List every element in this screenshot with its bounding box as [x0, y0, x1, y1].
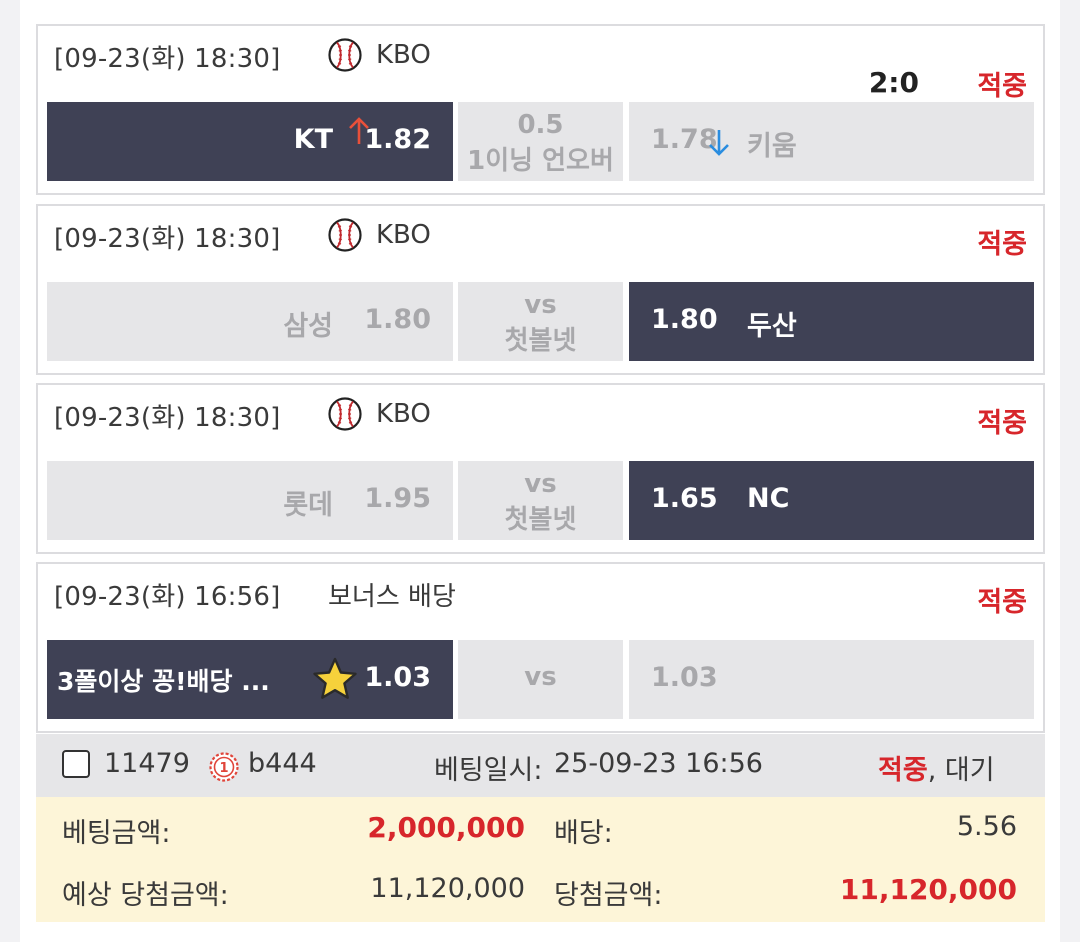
versus-cell: vs 첫볼넷 — [458, 282, 623, 361]
versus-cell: vs 첫볼넷 — [458, 461, 623, 540]
home-odds-button[interactable]: KT 1.82 — [47, 102, 453, 181]
result-badge: 적중 — [977, 71, 1027, 102]
status-win: 적중 — [878, 755, 928, 786]
league: KBO — [328, 218, 431, 252]
game-card-2: [09-23(화) 18:30] KBO 적중 삼성 1.80 vs 첫볼넷 1… — [36, 204, 1045, 375]
league-name: 보너스 배당 — [328, 582, 456, 612]
bonus-odds: 1.03 — [364, 662, 431, 693]
home-odds: 1.82 — [364, 124, 431, 155]
versus-label: vs — [524, 290, 557, 320]
away-odds-button[interactable]: 1.78 키움 — [629, 102, 1034, 181]
market-name: 첫볼넷 — [504, 326, 577, 356]
bet-summary-amounts: 베팅금액: 2,000,000 배당: 5.56 예상 당첨금액: 11,120… — [36, 797, 1045, 922]
game-date: [09-23(화) 18:30] — [54, 403, 281, 433]
result-badge: 적중 — [977, 229, 1027, 260]
away-odds: 1.80 — [651, 304, 718, 335]
bonus-odds-button[interactable]: 3폴이상 꽁!배당 ... 1.03 — [47, 640, 453, 719]
bet-status: 적중, 대기 — [878, 748, 995, 787]
home-team: 삼성 — [283, 311, 333, 342]
line-value: 0.5 — [517, 110, 564, 140]
home-team: 롯데 — [283, 490, 333, 521]
line-cell: 0.5 1이닝 언오버 — [458, 102, 623, 181]
bet-time: 25-09-23 16:56 — [554, 748, 763, 779]
bet-summary-header: 11479 1 b444 베팅일시: 25-09-23 16:56 적중, 대기 — [36, 734, 1045, 797]
home-odds-button[interactable]: 삼성 1.80 — [47, 282, 453, 361]
level-badge-icon: 1 — [209, 752, 239, 782]
home-team: KT — [293, 124, 333, 155]
total-odds-label: 배당: — [554, 818, 613, 849]
league: 보너스 배당 — [328, 576, 456, 613]
star-icon — [313, 657, 357, 699]
result-badge: 적중 — [977, 587, 1027, 618]
home-odds: 1.95 — [364, 483, 431, 514]
baseball-icon — [328, 397, 362, 431]
result-badge: 적중 — [977, 408, 1027, 439]
home-odds: 1.80 — [364, 304, 431, 335]
away-team: 두산 — [747, 311, 797, 342]
bet-amount-label: 베팅금액: — [62, 818, 171, 849]
game-card-bonus: [09-23(화) 16:56] 보너스 배당 적중 3폴이상 꽁!배당 ...… — [36, 562, 1045, 733]
home-odds-button[interactable]: 롯데 1.95 — [47, 461, 453, 540]
versus-label: vs — [524, 469, 557, 499]
won-amount-label: 당첨금액: — [554, 880, 663, 911]
league: KBO — [328, 397, 431, 431]
bonus-title: 3폴이상 꽁!배당 ... — [57, 667, 270, 696]
game-date: [09-23(화) 18:30] — [54, 44, 281, 74]
select-checkbox[interactable] — [62, 750, 90, 778]
bet-time-label: 베팅일시: — [434, 755, 543, 786]
away-odds-button[interactable]: 1.03 — [629, 640, 1034, 719]
away-team: 키움 — [747, 131, 797, 162]
game-card-3: [09-23(화) 18:30] KBO 적중 롯데 1.95 vs 첫볼넷 1… — [36, 383, 1045, 554]
away-odds: 1.65 — [651, 483, 718, 514]
username: b444 — [248, 748, 317, 779]
versus-cell: vs — [458, 640, 623, 719]
league-name: KBO — [376, 40, 431, 70]
league: KBO — [328, 38, 431, 72]
arrow-down-icon — [709, 130, 729, 156]
baseball-icon — [328, 38, 362, 72]
game-date: [09-23(화) 16:56] — [54, 582, 281, 612]
game-date: [09-23(화) 18:30] — [54, 224, 281, 254]
baseball-icon — [328, 218, 362, 252]
versus-label: vs — [524, 662, 557, 692]
level-number: 1 — [219, 761, 228, 776]
bet-id: 11479 — [104, 748, 190, 779]
league-name: KBO — [376, 399, 431, 429]
away-odds-button[interactable]: 1.65 NC — [629, 461, 1034, 540]
bet-amount: 2,000,000 — [367, 811, 525, 844]
league-name: KBO — [376, 220, 431, 250]
game-score: 2:0 — [868, 66, 919, 99]
won-amount: 11,120,000 — [839, 873, 1017, 906]
total-odds: 5.56 — [956, 811, 1017, 842]
game-card-1: [09-23(화) 18:30] KBO 2:0 적중 KT 1.82 0.5 … — [36, 24, 1045, 195]
market-name: 1이닝 언오버 — [467, 146, 614, 176]
status-rest: , 대기 — [927, 755, 995, 786]
market-name: 첫볼넷 — [504, 505, 577, 535]
expected-win: 11,120,000 — [370, 873, 525, 904]
away-odds-button[interactable]: 1.80 두산 — [629, 282, 1034, 361]
expected-win-label: 예상 당첨금액: — [62, 880, 229, 911]
away-team: NC — [747, 483, 790, 514]
away-odds: 1.03 — [651, 662, 718, 693]
